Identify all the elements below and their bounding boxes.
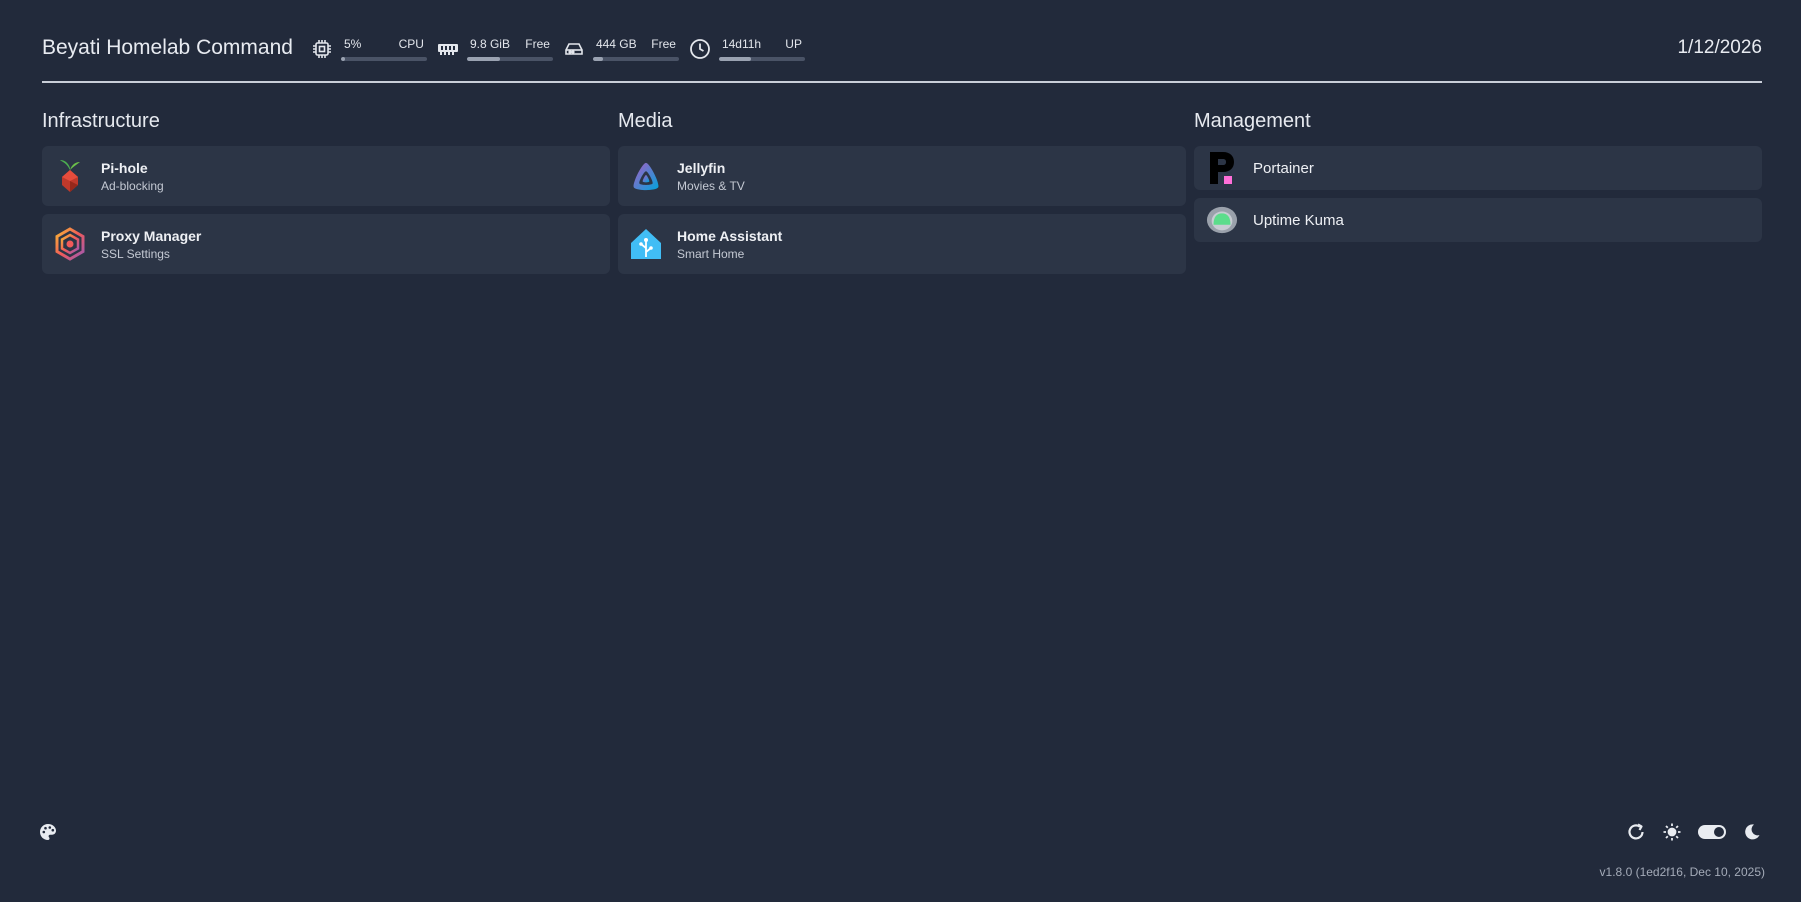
cpu-widget: 5% CPU: [311, 37, 427, 61]
service-description: SSL Settings: [101, 246, 170, 261]
memory-icon: [437, 38, 459, 60]
disk-icon: [563, 38, 585, 60]
clock-icon: [689, 38, 711, 60]
sun-icon[interactable]: [1662, 822, 1682, 842]
group-management: Management Portainer Uptime Kuma: [1194, 108, 1762, 282]
group-title: Management: [1194, 110, 1311, 132]
disk-label: Free: [651, 37, 676, 51]
service-name: Home Assistant: [677, 227, 783, 244]
jellyfin-icon: [630, 158, 662, 194]
service-uptime-kuma[interactable]: Uptime Kuma: [1194, 198, 1762, 242]
service-description: Smart Home: [677, 246, 745, 261]
app-title: Beyati Homelab Command: [42, 36, 293, 59]
moon-icon[interactable]: [1742, 822, 1762, 842]
service-name: Pi-hole: [101, 159, 148, 176]
uptime-label: UP: [785, 37, 802, 51]
home-assistant-icon: [630, 226, 662, 262]
version-info: v1.8.0 (1ed2f16, Dec 10, 2025): [1599, 865, 1765, 879]
group-title: Infrastructure: [42, 110, 160, 132]
service-name: Proxy Manager: [101, 227, 202, 244]
memory-widget: 9.8 GiB Free: [437, 37, 553, 61]
service-home-assistant[interactable]: Home Assistant Smart Home: [618, 214, 1186, 274]
header: Beyati Homelab Command 5% CPU 9.8 GiB Fr…: [42, 28, 1762, 83]
cpu-icon: [311, 38, 333, 60]
pihole-icon: [54, 158, 86, 194]
portainer-icon: [1206, 150, 1238, 186]
disk-widget: 444 GB Free: [563, 37, 679, 61]
memory-bar: [466, 57, 553, 61]
memory-label: Free: [525, 37, 550, 51]
uptime-kuma-icon: [1206, 202, 1238, 238]
uptime-widget: 14d11h UP: [689, 37, 805, 61]
service-description: Ad-blocking: [101, 178, 164, 193]
service-description: Movies & TV: [677, 178, 745, 193]
cpu-value: 5%: [343, 37, 362, 51]
service-name: Jellyfin: [677, 159, 726, 176]
refresh-icon[interactable]: [1626, 822, 1646, 842]
group-infrastructure: Infrastructure Pi-hole Ad-blocking Proxy…: [42, 108, 610, 282]
disk-value: 444 GB: [595, 37, 637, 51]
service-pihole[interactable]: Pi-hole Ad-blocking: [42, 146, 610, 206]
service-jellyfin[interactable]: Jellyfin Movies & TV: [618, 146, 1186, 206]
date-display: 1/12/2026: [1677, 37, 1762, 58]
footer-controls: [1626, 822, 1762, 842]
service-portainer[interactable]: Portainer: [1194, 146, 1762, 190]
service-proxy-manager[interactable]: Proxy Manager SSL Settings: [42, 214, 610, 274]
service-groups: Infrastructure Pi-hole Ad-blocking Proxy…: [42, 108, 1762, 282]
proxy-manager-icon: [54, 226, 86, 262]
group-media: Media Jellyfin Movies & TV Home Assistan…: [618, 108, 1186, 282]
service-name: Uptime Kuma: [1253, 211, 1344, 229]
cpu-label: CPU: [398, 37, 424, 51]
group-title: Media: [618, 110, 673, 132]
memory-value: 9.8 GiB: [469, 37, 510, 51]
cpu-bar: [340, 57, 427, 61]
resource-widgets: 5% CPU 9.8 GiB Free 444 GB Free 14d11h U…: [311, 37, 807, 61]
uptime-value: 14d11h: [721, 37, 762, 51]
service-name: Portainer: [1253, 159, 1314, 177]
uptime-bar: [718, 57, 805, 61]
theme-toggle[interactable]: [1698, 825, 1726, 839]
palette-icon[interactable]: [39, 823, 57, 841]
disk-bar: [592, 57, 679, 61]
